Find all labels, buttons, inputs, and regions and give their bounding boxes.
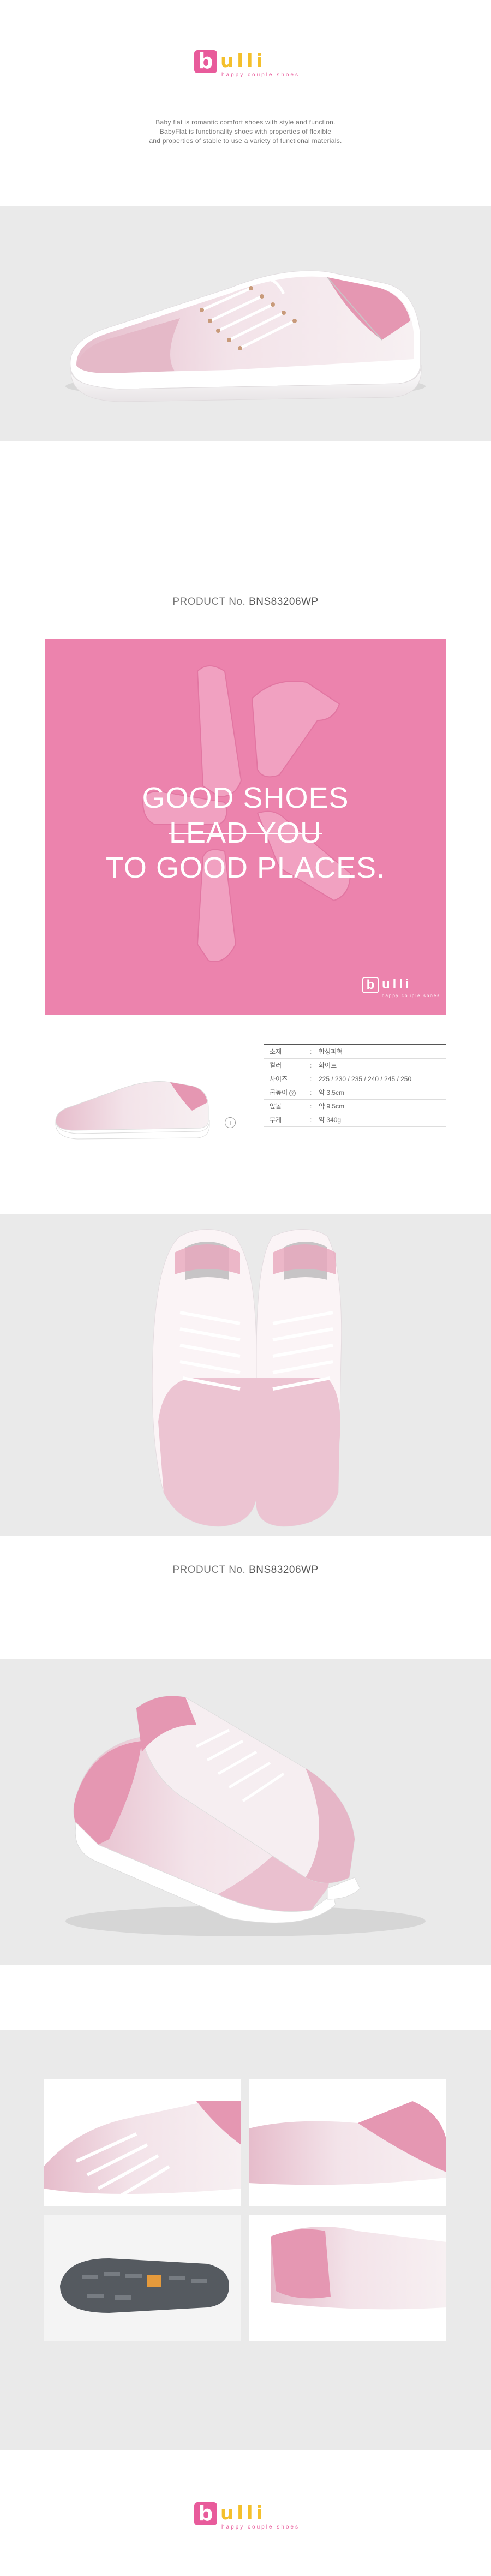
spec-separator: : [310,1089,312,1096]
spec-value: 약 3.5cm [319,1089,345,1096]
banner-slogan-line: TO GOOD PLACES. [105,851,386,884]
detail-laces-image [44,2101,241,2206]
spec-shoe-image [55,1081,210,1140]
spec-row-size: 사이즈 : 225 / 230 / 235 / 240 / 245 / 250 [264,1072,446,1086]
product-number-2: PRODUCT No. BNS83206WP [0,1564,491,1576]
sneaker-side-image [65,270,426,402]
brand-tagline: happy couple shoes [221,2524,300,2530]
detail-photo-heel [249,2079,446,2206]
detail-photo-sole [44,2215,241,2341]
sneaker-pair-top-image [152,1229,342,1527]
spec-separator: : [310,1062,312,1069]
brand-logo-letter: b [194,2502,217,2525]
intro-line: Baby flat is romantic comfort shoes with… [155,118,336,126]
intro-line: and properties of stable to use a variet… [149,137,342,145]
slogan-banner: GOOD SHOES LEAD YOU TO GOOD PLACES. b ul… [45,639,446,1015]
spec-separator: : [310,1116,312,1124]
product-number-code: BNS83206WP [249,1564,319,1576]
spec-row-weight: 무게 : 약 340g [264,1113,446,1127]
detail-photo-laces [44,2079,241,2206]
help-icon[interactable]: ? [289,1089,296,1096]
spec-separator: : [310,1102,312,1110]
brand-logo: b ulli happy couple shoes [194,50,298,83]
spec-key: 컬러 [270,1062,282,1069]
detail-heel-image [249,2101,446,2206]
spec-row-width: 앞볼 : 약 9.5cm [264,1100,446,1113]
product-number: PRODUCT No. BNS83206WP [0,596,491,608]
banner-slogan: GOOD SHOES LEAD YOU TO GOOD PLACES. [45,780,446,885]
banner-slogan-line: LEAD YOU [169,816,322,849]
brand-tagline: happy couple shoes [221,72,300,78]
pair-top-photo-band [0,1214,491,1536]
spec-key: 앞볼 [270,1102,282,1110]
spec-row-heel-height: 굽높이? : 약 3.5cm [264,1086,446,1100]
intro-line: BabyFlat is functionality shoes with pro… [159,128,332,135]
brand-logo-letter: b [194,50,217,73]
spec-key: 굽높이? [270,1086,296,1100]
brand-logo-footer: b ulli happy couple shoes [194,2502,298,2535]
product-number-code: BNS83206WP [249,596,319,607]
zoom-icon: + [225,1117,236,1128]
brand-logo-word: ulli [220,2502,266,2524]
spec-separator: : [310,1075,312,1083]
intro-text: Baby flat is romantic comfort shoes with… [0,118,491,146]
spec-value: 약 9.5cm [319,1102,345,1110]
detail-photo-back [249,2215,446,2341]
spec-key-text: 굽높이 [270,1089,288,1096]
banner-logo-word: ulli [382,977,412,992]
spec-key: 소재 [270,1048,282,1056]
sneaker-pair-angle-image [65,1696,426,1936]
spec-value: 225 / 230 / 235 / 240 / 245 / 250 [319,1075,412,1083]
detail-sole-image [44,2215,241,2341]
banner-slogan-line: GOOD SHOES [142,782,349,814]
pair-angle-photo-band [0,1659,491,1965]
banner-logo-tagline: happy couple shoes [382,993,441,998]
spec-key: 사이즈 [270,1075,288,1083]
detail-back-image [271,2227,446,2341]
hero-photo-band [0,206,491,441]
spec-row-color: 컬러 : 화이트 [264,1059,446,1072]
spec-key: 무게 [270,1116,282,1124]
banner-logo-letter: b [362,977,379,993]
spec-table: 소재 : 합성피혁 컬러 : 화이트 사이즈 : 225 / 230 / 235… [264,1045,446,1127]
product-number-prefix: PRODUCT No. [172,1564,246,1576]
spec-row-material: 소재 : 합성피혁 [264,1045,446,1059]
product-number-prefix: PRODUCT No. [172,596,246,607]
spec-value: 합성피혁 [319,1048,343,1056]
banner-brand-logo: b ulli happy couple shoes [362,977,439,1001]
brand-logo-word: ulli [220,50,266,72]
spec-separator: : [310,1048,312,1056]
spec-value: 약 340g [319,1116,342,1124]
spec-value: 화이트 [319,1062,337,1069]
